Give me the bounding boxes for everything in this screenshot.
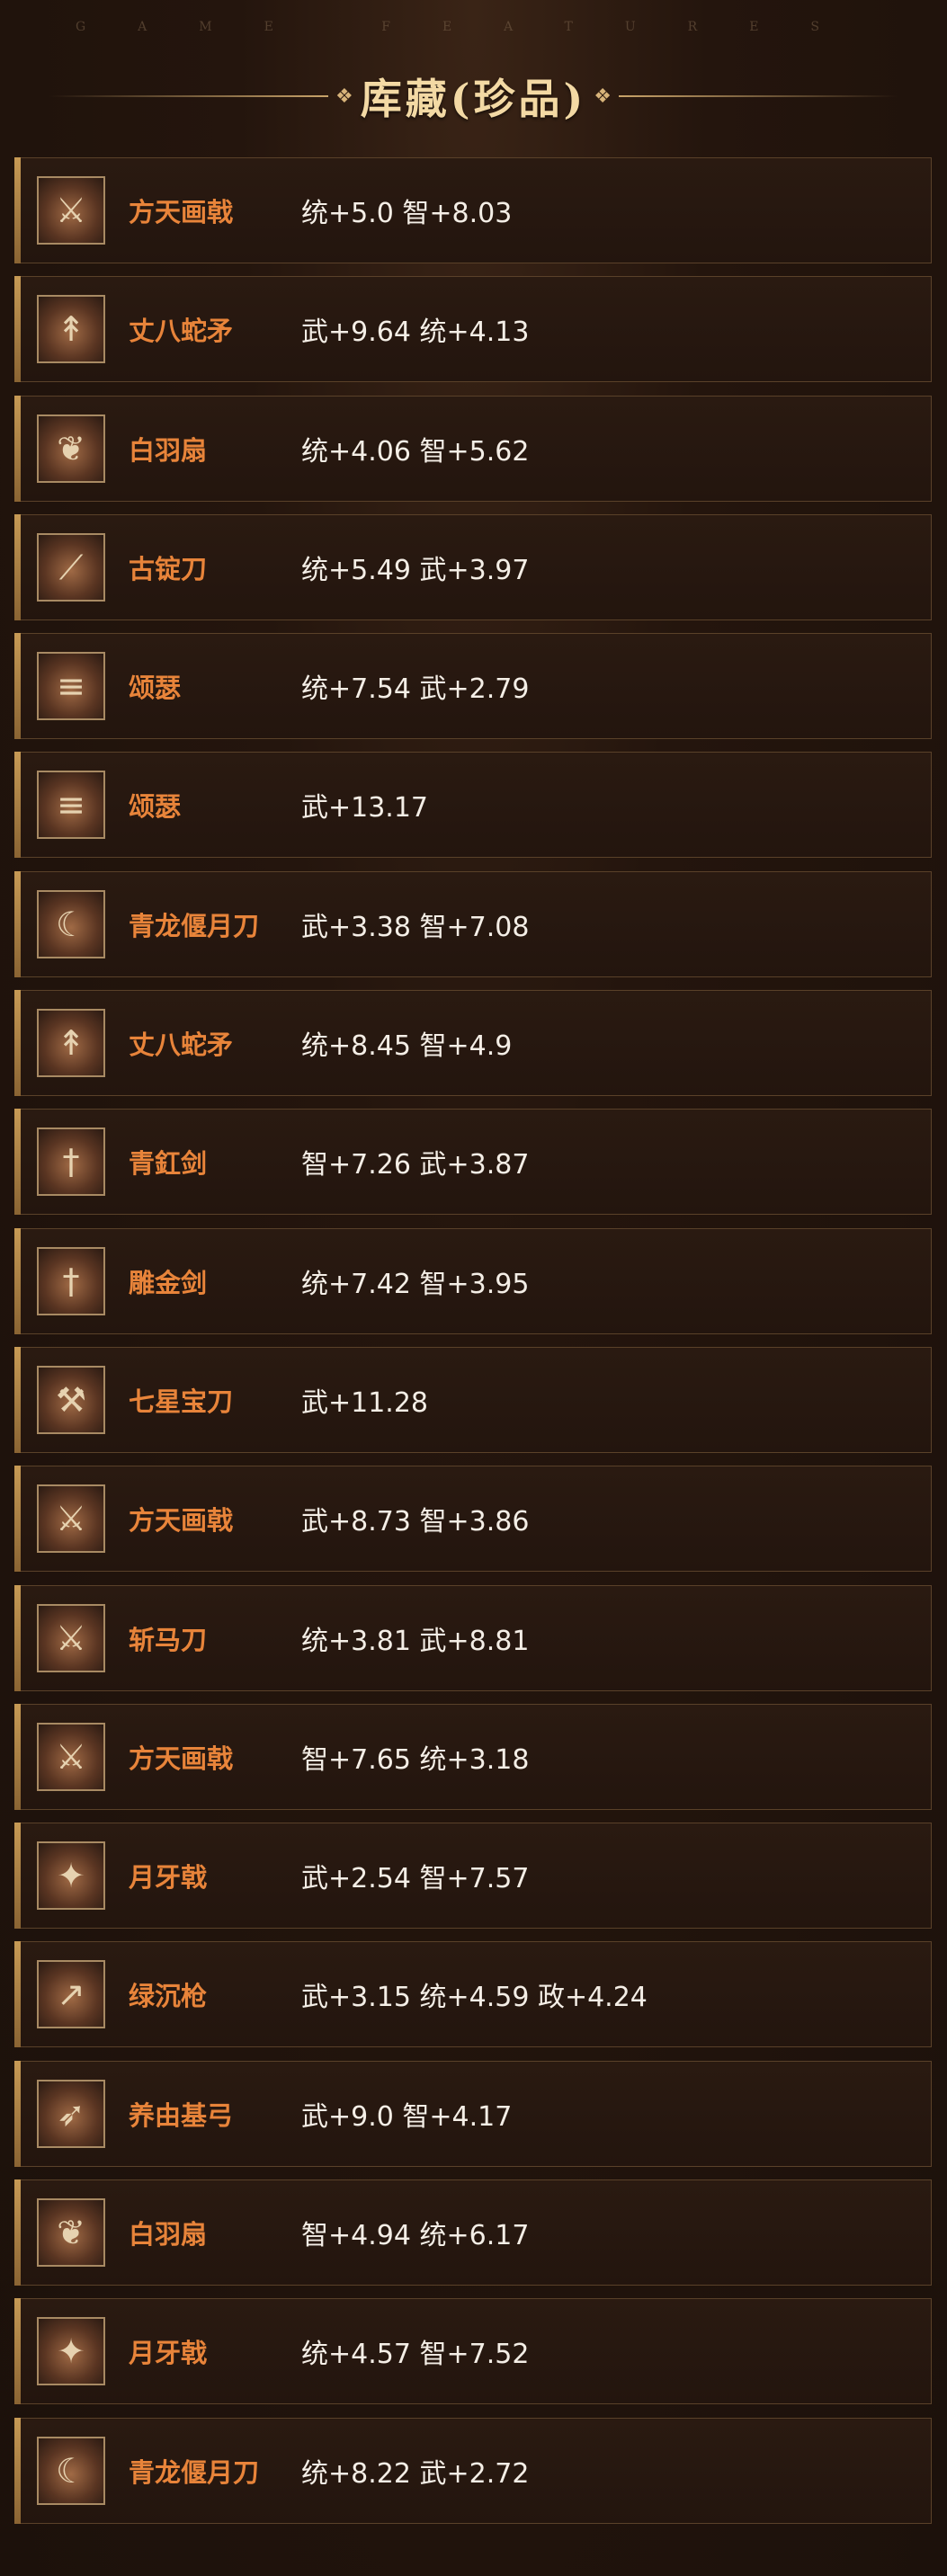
item-name: 月牙戟 [129,1862,208,1894]
item-name: 养由基弓 [129,2099,234,2131]
item-stats: 智+7.65 统+3.18 [301,1743,530,1776]
crescent-halberd-icon: ✦ [37,1841,105,1911]
list-item[interactable]: ☾ 青龙偃月刀 统+8.22 武+2.72 [14,2417,932,2524]
halberd-icon: ⚔ [37,1484,105,1554]
list-item[interactable]: ⚔ 方天画戟 统+5.0 智+8.03 [14,157,932,263]
list-item[interactable]: ❦ 白羽扇 统+4.06 智+5.62 [14,395,932,502]
item-name: 雕金剑 [129,1267,208,1298]
list-item[interactable]: ➶ 养由基弓 武+9.0 智+4.17 [14,2060,932,2167]
list-item[interactable]: ⚔ 方天画戟 智+7.65 统+3.18 [14,1703,932,1810]
list-item[interactable]: † 雕金剑 统+7.42 智+3.95 [14,1227,932,1334]
item-stats: 统+7.54 武+2.79 [301,673,530,706]
crescent-halberd-icon: ✦ [37,2317,105,2386]
item-name: 方天画戟 [129,1505,234,1537]
item-stats: 武+9.0 智+4.17 [301,2100,513,2133]
item-name: 方天画戟 [129,197,234,227]
list-item[interactable]: ≡ 颂瑟 统+7.54 武+2.79 [14,633,932,740]
item-name: 方天画戟 [129,1743,234,1774]
list-item[interactable]: ☾ 青龙偃月刀 武+3.38 智+7.08 [14,870,932,977]
item-stats: 武+9.64 统+4.13 [301,316,530,349]
item-name: 白羽扇 [129,434,208,466]
item-stats: 统+5.0 智+8.03 [301,198,513,229]
crescent-blade-icon: ☾ [37,889,105,958]
list-item[interactable]: ✦ 月牙戟 武+2.54 智+7.57 [14,1823,932,1930]
list-item[interactable]: ⟋ 古锭刀 统+5.49 武+3.97 [14,513,932,620]
serpent-spear-icon: ↟ [37,1009,105,1078]
list-item[interactable]: ↟ 丈八蛇矛 武+9.64 统+4.13 [14,276,932,383]
title-divider-right [619,95,898,97]
sword-icon: † [37,1246,105,1315]
item-name: 七星宝刀 [129,1386,234,1417]
feather-fan-icon: ❦ [37,2198,105,2268]
list-item[interactable]: † 青釭剑 智+7.26 武+3.87 [14,1109,932,1216]
ornament-right-icon: ❖ [594,85,612,108]
halberd-icon: ⚔ [37,1722,105,1791]
title-divider-left [49,95,328,97]
item-stats: 武+11.28 [301,1386,429,1419]
sword-icon: † [37,1128,105,1197]
header-watermark: GAME FEATURES [75,20,872,34]
list-item[interactable]: ↟ 丈八蛇矛 统+8.45 智+4.9 [14,990,932,1097]
item-stats: 智+7.26 武+3.87 [301,1149,530,1181]
page-title: 库藏(珍品) [360,75,587,123]
title-bar: ❖ 库藏(珍品) ❖ [0,56,947,137]
item-name: 颂瑟 [129,673,182,704]
broadsword-icon: ⟋ [37,532,105,602]
zither-icon: ≡ [37,771,105,840]
item-stats: 智+4.94 统+6.17 [301,2220,530,2252]
list-item[interactable]: ↗ 绿沉枪 武+3.15 统+4.59 政+4.24 [14,1941,932,2048]
item-stats: 武+2.54 智+7.57 [301,1863,530,1895]
item-name: 古锭刀 [129,553,208,584]
bow-icon: ➶ [37,2079,105,2148]
item-name: 青龙偃月刀 [129,2456,260,2488]
item-stats: 统+7.42 智+3.95 [301,1268,530,1300]
list-item[interactable]: ≡ 颂瑟 武+13.17 [14,752,932,859]
item-stats: 统+8.45 智+4.9 [301,1030,513,1063]
list-item[interactable]: ❦ 白羽扇 智+4.94 统+6.17 [14,2179,932,2286]
serpent-spear-icon: ↟ [37,295,105,364]
item-stats: 武+3.15 统+4.59 政+4.24 [301,1982,648,2014]
item-name: 月牙戟 [129,2338,208,2369]
item-stats: 统+4.57 智+7.52 [301,2339,530,2371]
item-name: 丈八蛇矛 [129,1030,234,1061]
item-stats: 统+8.22 武+2.72 [301,2457,530,2490]
item-name: 青釭剑 [129,1148,208,1180]
zither-icon: ≡ [37,652,105,721]
feather-fan-icon: ❦ [37,414,105,483]
horse-cutter-icon: ⚔ [37,1603,105,1672]
item-name: 绿沉枪 [129,1981,208,2012]
item-name: 丈八蛇矛 [129,316,234,347]
list-item[interactable]: ⚔ 斩马刀 统+3.81 武+8.81 [14,1584,932,1691]
item-name: 斩马刀 [129,1624,208,1655]
item-name: 颂瑟 [129,791,182,823]
list-item[interactable]: ⚒ 七星宝刀 武+11.28 [14,1346,932,1453]
crescent-blade-icon: ☾ [37,2436,105,2505]
item-stats: 武+3.38 智+7.08 [301,911,530,943]
dagger-icon: ⚒ [37,1365,105,1434]
list-item[interactable]: ✦ 月牙戟 统+4.57 智+7.52 [14,2298,932,2405]
halberd-icon: ⚔ [37,176,105,245]
item-stats: 统+5.49 武+3.97 [301,554,530,586]
item-list: ⚔ 方天画戟 统+5.0 智+8.03 ↟ 丈八蛇矛 武+9.64 统+4.13 ❦ 白羽扇统… [14,157,932,2536]
item-stats: 统+4.06 智+5.62 [301,435,530,468]
item-name: 青龙偃月刀 [129,910,260,941]
item-stats: 统+3.81 武+8.81 [301,1625,530,1657]
spear-icon: ↗ [37,1960,105,2029]
item-name: 白羽扇 [129,2219,208,2251]
list-item[interactable]: ⚔ 方天画戟 武+8.73 智+3.86 [14,1466,932,1573]
item-stats: 武+13.17 [301,792,429,824]
ornament-left-icon: ❖ [335,85,353,108]
item-stats: 武+8.73 智+3.86 [301,1506,530,1538]
